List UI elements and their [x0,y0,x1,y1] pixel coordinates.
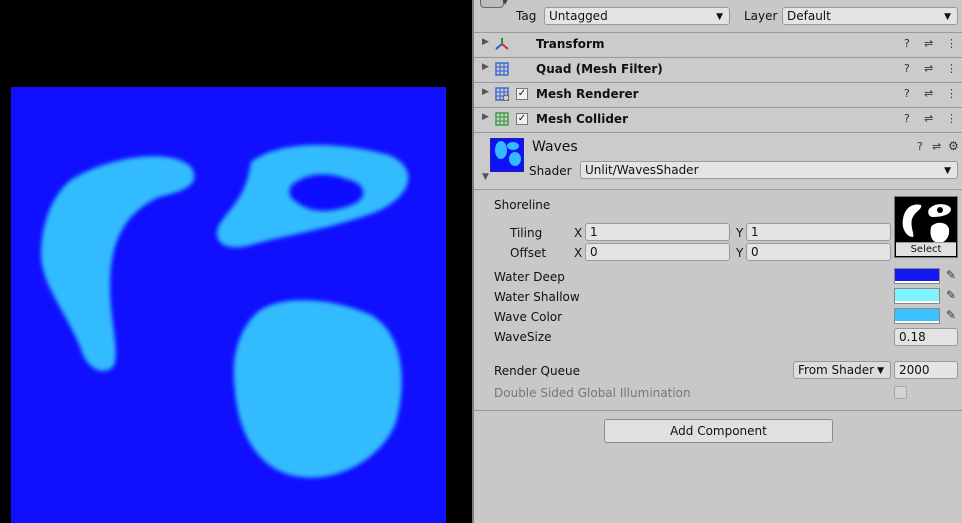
shader-chevron-down-icon: ▼ [944,166,951,176]
gameobject-icon [480,0,504,8]
enabled-checkbox[interactable]: ✓ [516,113,528,125]
render-queue-label: Render Queue [494,364,580,378]
layer-dropdown[interactable]: Default ▼ [782,7,958,25]
component-title: Quad (Mesh Filter) [536,62,663,76]
preset-icon[interactable]: ⇌ [924,62,933,75]
component-title: Mesh Renderer [536,87,639,101]
preset-icon[interactable]: ⇌ [932,140,941,153]
offset-x-field[interactable]: 0 [585,243,730,261]
eyedropper-icon[interactable]: ✎ [946,268,956,282]
render-queue-mode: From Shader [798,363,875,377]
add-component-button[interactable]: Add Component [604,419,833,443]
menu-icon[interactable]: ⋮ [946,62,957,75]
texture-select-button[interactable]: Select [896,242,956,256]
alpha-bar [895,321,939,323]
tiling-x-field[interactable]: 1 [585,223,730,241]
component-mesh-renderer[interactable]: ▶ ✓ Mesh Renderer ? ⇌ ⋮ [474,82,962,106]
component-title: Mesh Collider [536,112,628,126]
inspector-panel: ▼ Tag Untagged ▼ Layer Default ▼ ▶ Trans… [472,0,962,523]
layer-chevron-down-icon: ▼ [944,12,951,22]
material-foldout-arrow-icon[interactable]: ▼ [482,172,489,182]
material-name: Waves [532,139,578,155]
tag-label: Tag [516,9,537,23]
shoreline-texture-icon [902,204,951,243]
water-deep-label: Water Deep [494,270,565,284]
foldout-arrow-icon[interactable]: ▶ [482,87,489,97]
layer-value: Default [787,9,831,23]
tiling-label: Tiling [510,226,543,240]
eyedropper-icon[interactable]: ✎ [946,308,956,322]
preset-icon[interactable]: ⇌ [924,87,933,100]
alpha-bar [895,301,939,303]
menu-icon[interactable]: ⋮ [946,37,957,50]
tiling-y-label: Y [736,226,744,240]
preset-icon[interactable]: ⇌ [924,112,933,125]
offset-label: Offset [510,246,547,260]
gear-icon[interactable]: ⚙ [948,139,959,153]
mesh-collider-icon [495,112,509,126]
shader-value: Unlit/WavesShader [585,163,699,177]
menu-icon[interactable]: ⋮ [946,112,957,125]
shoreline-label: Shoreline [494,198,551,212]
water-shallow-label: Water Shallow [494,290,580,304]
scene-view[interactable] [0,0,472,523]
transform-icon [495,38,509,50]
wavesize-field[interactable]: 0.18 [894,328,958,346]
component-mesh-filter[interactable]: ▶ Quad (Mesh Filter) ? ⇌ ⋮ [474,57,962,81]
water-shallow-swatch[interactable] [894,288,940,304]
offset-y-label: Y [736,246,744,260]
alpha-bar [895,281,939,283]
component-mesh-collider[interactable]: ▶ ✓ Mesh Collider ? ⇌ ⋮ [474,107,962,131]
offset-y-field[interactable]: 0 [746,243,891,261]
foldout-arrow-icon[interactable]: ▶ [482,37,489,47]
tiling-y-field[interactable]: 1 [746,223,891,241]
water-deep-swatch[interactable] [894,268,940,284]
waves-quad [11,87,446,523]
tag-dropdown[interactable]: Untagged ▼ [544,7,730,25]
tiling-x-label: X [574,226,583,240]
eyedropper-icon[interactable]: ✎ [946,288,956,302]
mesh-renderer-icon [495,87,509,101]
foldout-arrow-icon[interactable]: ▶ [482,62,489,72]
tag-value: Untagged [549,9,608,23]
render-queue-chevron-down-icon: ▼ [877,366,884,376]
foldout-arrow-icon[interactable]: ▶ [482,112,489,122]
gameobject-dropdown-arrow-icon[interactable]: ▼ [502,0,508,6]
menu-icon[interactable]: ⋮ [946,87,957,100]
dsgi-label: Double Sided Global Illumination [494,386,691,400]
dsgi-checkbox[interactable] [894,386,907,399]
shader-label: Shader [529,164,572,178]
wave-color-swatch[interactable] [894,308,940,324]
divider [474,410,962,411]
material-preview-icon [490,138,524,172]
render-queue-dropdown[interactable]: From Shader ▼ [793,361,891,379]
render-queue-field[interactable]: 2000 [894,361,958,379]
help-icon[interactable]: ? [904,62,910,75]
wavesize-label: WaveSize [494,330,552,344]
wave-color-label: Wave Color [494,310,563,324]
shader-dropdown[interactable]: Unlit/WavesShader ▼ [580,161,958,179]
shoreline-texture-slot[interactable]: Select [894,196,958,258]
enabled-checkbox[interactable]: ✓ [516,88,528,100]
mesh-filter-icon [495,62,509,76]
component-title: Transform [536,37,605,51]
offset-x-label: X [574,246,583,260]
help-icon[interactable]: ? [904,37,910,50]
layer-label: Layer [744,9,778,23]
help-icon[interactable]: ? [904,87,910,100]
preset-icon[interactable]: ⇌ [924,37,933,50]
help-icon[interactable]: ? [917,140,923,153]
component-transform[interactable]: ▶ Transform ? ⇌ ⋮ [474,32,962,56]
help-icon[interactable]: ? [904,112,910,125]
tag-chevron-down-icon: ▼ [716,12,723,22]
